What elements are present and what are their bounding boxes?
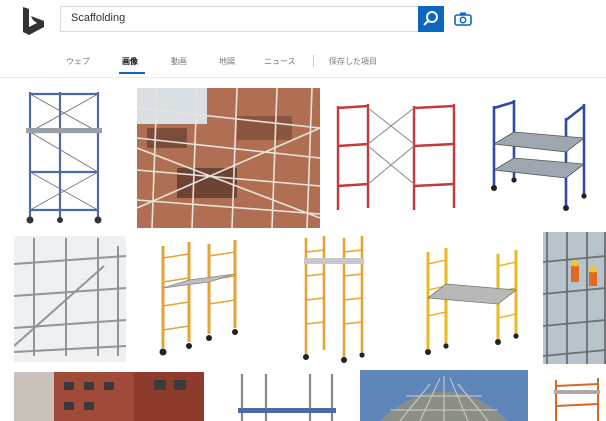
active-tab-indicator <box>119 72 145 74</box>
image-result[interactable] <box>232 374 340 421</box>
header-divider <box>0 77 606 78</box>
search-query-text: Scaffolding <box>71 12 126 24</box>
image-result[interactable] <box>360 370 528 421</box>
tab-separator <box>313 55 314 67</box>
search-input[interactable]: Scaffolding <box>60 6 443 32</box>
search-icon <box>423 11 438 26</box>
image-result[interactable] <box>14 372 204 421</box>
tab-maps[interactable]: 地図 <box>219 56 235 67</box>
image-result[interactable] <box>137 88 320 228</box>
tab-saved-items[interactable]: 保存した項目 <box>329 56 377 67</box>
image-result[interactable] <box>420 244 524 360</box>
image-result[interactable] <box>550 376 606 421</box>
tab-news[interactable]: ニュース <box>264 56 296 67</box>
image-result[interactable] <box>296 232 370 364</box>
tab-web[interactable]: ウェブ <box>66 56 90 67</box>
tab-images[interactable]: 画像 <box>122 56 138 67</box>
bing-logo[interactable] <box>20 6 48 36</box>
image-result[interactable] <box>484 96 592 220</box>
image-result[interactable] <box>14 88 114 228</box>
image-result[interactable] <box>543 232 606 364</box>
search-button[interactable] <box>418 6 444 32</box>
tab-videos[interactable]: 動画 <box>171 56 187 67</box>
nav-tabs: ウェブ 画像 動画 地図 ニュース 保存した項目 <box>0 52 606 74</box>
image-result[interactable] <box>149 236 249 364</box>
image-result[interactable] <box>332 100 461 218</box>
camera-icon[interactable] <box>454 11 472 27</box>
image-result[interactable] <box>14 236 126 362</box>
